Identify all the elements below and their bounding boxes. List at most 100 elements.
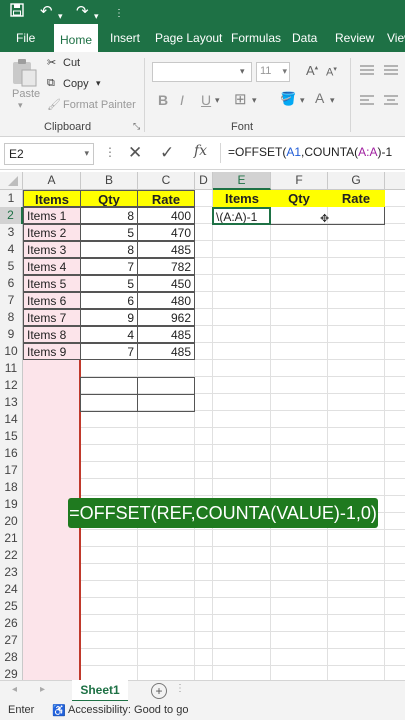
underline-dropdown-icon[interactable]: ▾ [215, 95, 220, 106]
cell-item[interactable]: Items 1 [23, 207, 81, 224]
bold-button[interactable]: B [158, 92, 168, 108]
cut-button[interactable]: Cut [63, 57, 80, 69]
customize-toolbar-icon[interactable]: ⋮ [114, 5, 124, 23]
column-header-b[interactable]: B [81, 172, 138, 190]
undo-dropdown-icon[interactable]: ▾ [58, 7, 63, 25]
row-header-2[interactable]: 2 [0, 207, 23, 225]
right-header-items[interactable]: Items [213, 190, 271, 207]
row-header-27[interactable]: 27 [0, 632, 23, 650]
cell-qty[interactable]: 4 [80, 326, 138, 343]
select-all-corner[interactable] [0, 172, 23, 190]
cell-qty[interactable]: 5 [80, 275, 138, 292]
cell-item[interactable]: Items 2 [23, 224, 81, 241]
paste-icon[interactable] [10, 58, 38, 90]
row-header-12[interactable]: 12 [0, 377, 23, 395]
row-header-11[interactable]: 11 [0, 360, 23, 378]
row-header-16[interactable]: 16 [0, 445, 23, 463]
cancel-icon[interactable]: ✕ [128, 143, 142, 163]
increase-font-icon[interactable]: A▴ [306, 63, 318, 78]
format-painter-button[interactable]: Format Painter [63, 99, 136, 111]
tab-page-layout[interactable]: Page Layout [155, 24, 222, 52]
tab-home[interactable]: Home [54, 24, 99, 54]
name-box[interactable]: E2 ▾ [4, 143, 94, 165]
tab-data[interactable]: Data [292, 24, 317, 52]
row-header-28[interactable]: 28 [0, 649, 23, 667]
row-header-20[interactable]: 20 [0, 513, 23, 531]
prev-sheet-icon[interactable]: ◂ [12, 684, 17, 695]
row-header-14[interactable]: 14 [0, 411, 23, 429]
right-header-qty[interactable]: Qty [270, 190, 328, 207]
borders-dropdown-icon[interactable]: ▾ [252, 95, 257, 106]
row-header-17[interactable]: 17 [0, 462, 23, 480]
underline-button[interactable]: U [201, 92, 211, 108]
active-cell-e2[interactable]: \(A:A)-1 [212, 207, 271, 225]
borders-icon[interactable]: ⊞ [234, 90, 247, 108]
worksheet-grid[interactable]: A B C D E F G 1 2 3 4 5 6 7 8 9 10 11 12 13 14 15 16 17 1… [0, 172, 405, 702]
row-header-15[interactable]: 15 [0, 428, 23, 446]
italic-button[interactable]: I [180, 92, 184, 108]
align-top-icon[interactable] [360, 64, 374, 78]
clipboard-launcher-icon[interactable]: ⤡ [133, 121, 140, 132]
row-header-18[interactable]: 18 [0, 479, 23, 497]
save-icon[interactable] [10, 3, 24, 22]
font-name-select[interactable] [152, 62, 252, 82]
column-header-h[interactable] [385, 172, 405, 190]
font-name-dropdown-icon[interactable]: ▾ [240, 66, 245, 77]
row-header-10[interactable]: 10 [0, 343, 23, 361]
decrease-font-icon[interactable]: A▾ [326, 65, 337, 79]
cell-item[interactable]: Items 7 [23, 309, 81, 326]
column-header-c[interactable]: C [138, 172, 195, 190]
formula-input[interactable]: =OFFSET(A1,COUNTA(A:A)-1 [228, 145, 392, 159]
cell-qty[interactable]: 7 [80, 343, 138, 360]
row-header-22[interactable]: 22 [0, 547, 23, 565]
sheet-tab-sheet1[interactable]: Sheet1 [72, 680, 128, 702]
align-middle-icon[interactable] [384, 64, 398, 78]
cell-rate[interactable]: 485 [137, 326, 195, 343]
accessibility-status[interactable]: Accessibility: Good to go [68, 704, 188, 716]
align-left-icon[interactable] [360, 94, 374, 108]
next-sheet-icon[interactable]: ▸ [40, 684, 45, 695]
row-header-25[interactable]: 25 [0, 598, 23, 616]
fill-color-dropdown-icon[interactable]: ▾ [300, 95, 305, 106]
row-header-1[interactable]: 1 [0, 190, 23, 208]
row-header-3[interactable]: 3 [0, 224, 23, 242]
copy-button[interactable]: Copy [63, 78, 89, 90]
column-header-a[interactable]: A [23, 172, 81, 190]
cell-item[interactable]: Items 4 [23, 258, 81, 275]
cell-item[interactable]: Items 8 [23, 326, 81, 343]
cell-qty[interactable]: 8 [80, 207, 138, 224]
font-size-dropdown-icon[interactable]: ▾ [282, 66, 287, 77]
column-header-d[interactable]: D [195, 172, 213, 190]
cell-rate[interactable]: 480 [137, 292, 195, 309]
tab-insert[interactable]: Insert [110, 24, 140, 52]
cell-rate[interactable]: 782 [137, 258, 195, 275]
cell-rate[interactable]: 400 [137, 207, 195, 224]
paste-button[interactable]: Paste [12, 88, 40, 100]
tab-review[interactable]: Review [335, 24, 374, 52]
redo-dropdown-icon[interactable]: ▾ [94, 7, 99, 25]
cell-item[interactable]: Items 6 [23, 292, 81, 309]
cell-rate[interactable]: 485 [137, 343, 195, 360]
row-header-9[interactable]: 9 [0, 326, 23, 344]
row-header-26[interactable]: 26 [0, 615, 23, 633]
paste-dropdown-icon[interactable]: ▾ [18, 100, 23, 111]
column-header-e[interactable]: E [213, 172, 271, 190]
cell-qty[interactable]: 7 [80, 258, 138, 275]
header-cell-qty[interactable]: Qty [80, 190, 138, 207]
redo-icon[interactable]: ↷ [76, 3, 89, 21]
cell-item[interactable]: Items 5 [23, 275, 81, 292]
row-header-4[interactable]: 4 [0, 241, 23, 259]
column-header-f[interactable]: F [271, 172, 328, 190]
cell-qty[interactable]: 9 [80, 309, 138, 326]
right-header-rate[interactable]: Rate [327, 190, 385, 207]
enter-icon[interactable]: ✓ [160, 143, 174, 163]
cell-item[interactable]: Items 9 [23, 343, 81, 360]
cell-qty[interactable]: 5 [80, 224, 138, 241]
font-color-dropdown-icon[interactable]: ▾ [330, 95, 335, 106]
cell-rate[interactable]: 470 [137, 224, 195, 241]
cell-rate[interactable]: 450 [137, 275, 195, 292]
font-size-select[interactable]: 11 ▾ [256, 62, 290, 82]
insert-function-icon[interactable]: fx [194, 143, 207, 159]
sheet-options-icon[interactable]: ⋮ [175, 683, 185, 694]
row-header-6[interactable]: 6 [0, 275, 23, 293]
